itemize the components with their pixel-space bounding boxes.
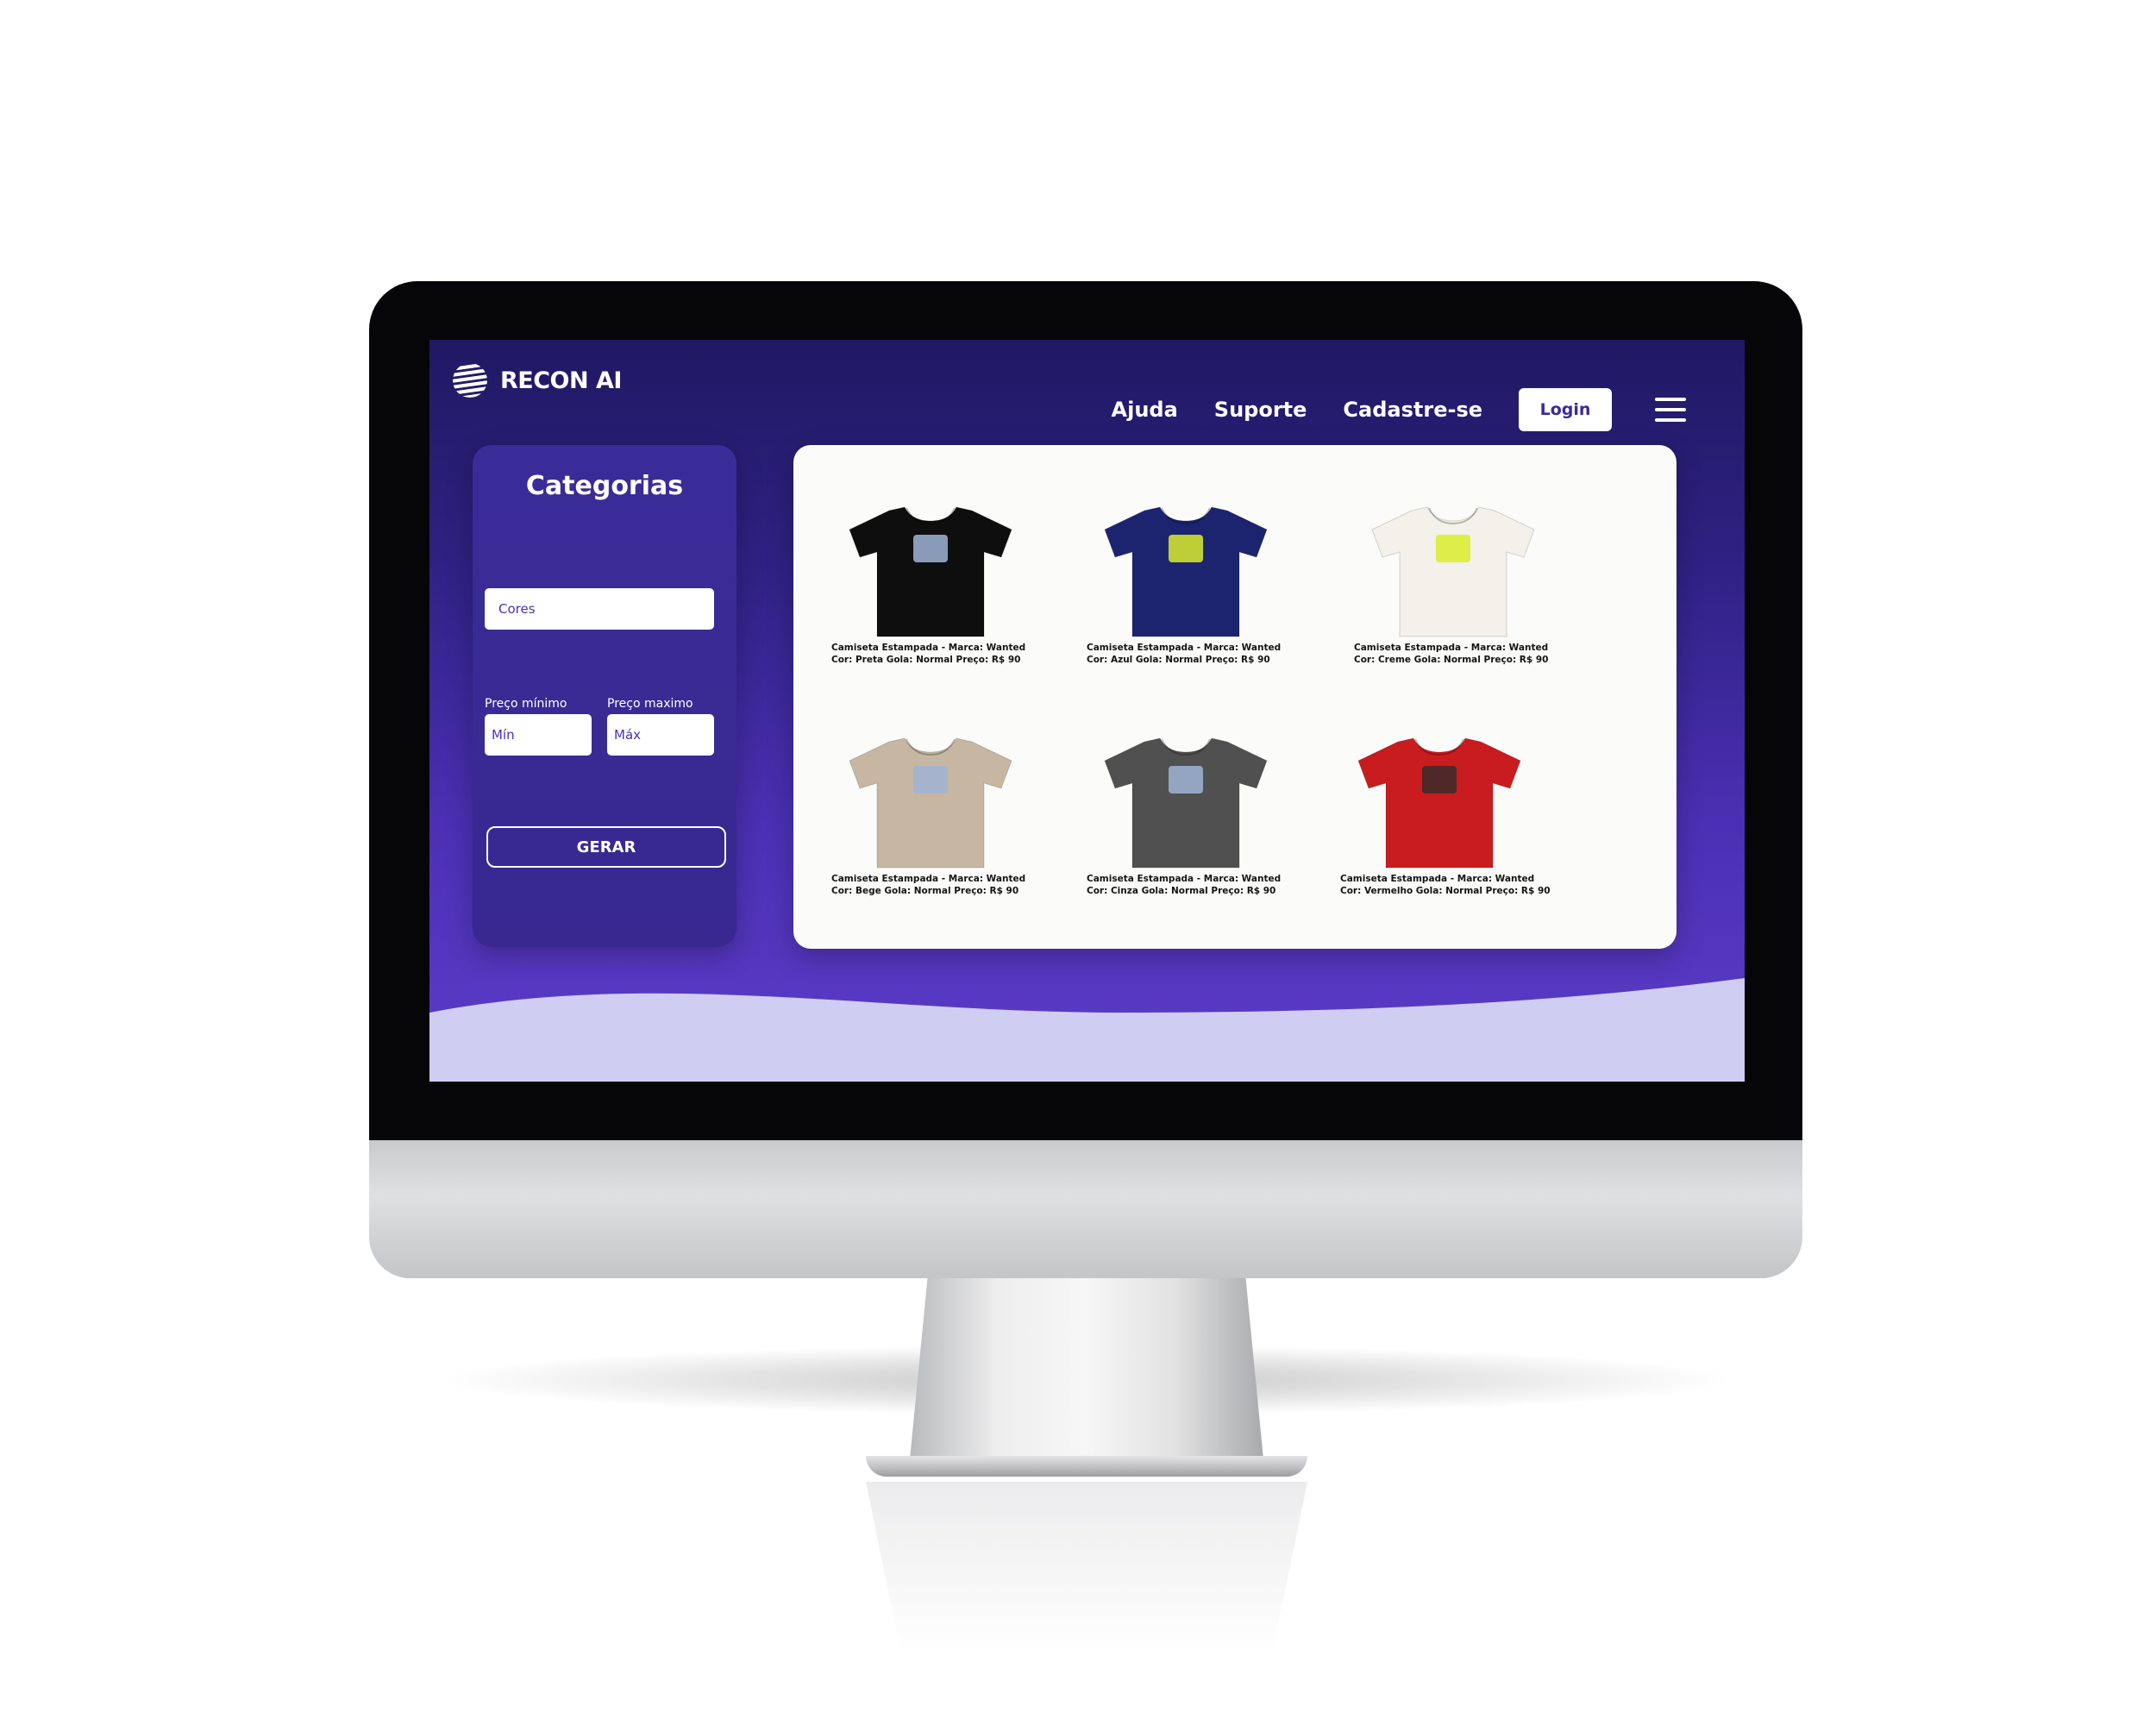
- generate-button[interactable]: GERAR: [486, 826, 726, 868]
- nav-link-cadastre-se[interactable]: Cadastre-se: [1343, 398, 1482, 422]
- app-screen: RECON AI Ajuda Suporte Cadastre-se Login…: [429, 340, 1745, 1082]
- tshirt-image: [1371, 506, 1535, 637]
- product-card[interactable]: Camiseta Estampada - Marca: Wanted Cor: C…: [1354, 500, 1552, 666]
- tshirt-image: [1104, 737, 1268, 869]
- tshirt-image: [1357, 737, 1521, 869]
- product-card[interactable]: Camiseta Estampada - Marca: Wanted Cor: C…: [1087, 731, 1285, 897]
- nav-link-ajuda[interactable]: Ajuda: [1112, 398, 1178, 422]
- login-button[interactable]: Login: [1519, 388, 1612, 431]
- hamburger-menu-icon[interactable]: [1655, 398, 1686, 422]
- tshirt-image: [1104, 506, 1268, 637]
- product-card[interactable]: Camiseta Estampada - Marca: Wanted Cor: P…: [831, 500, 1030, 666]
- product-card[interactable]: Camiseta Estampada - Marca: Wanted Cor: B…: [831, 731, 1030, 897]
- categories-panel: Categorias Cores Preço mínimo Preço maxi…: [473, 445, 736, 947]
- product-grid: Camiseta Estampada - Marca: Wanted Cor: P…: [793, 445, 1677, 949]
- product-card[interactable]: Camiseta Estampada - Marca: Wanted Cor: A…: [1087, 500, 1285, 666]
- min-price-label: Preço mínimo: [485, 697, 567, 711]
- max-price-label: Preço maximo: [607, 697, 693, 711]
- globe-stripes-icon: [453, 363, 487, 398]
- colors-input[interactable]: Cores: [485, 588, 714, 630]
- product-details: Cor: Bege Gola: Normal Preço: R$ 90: [831, 886, 1019, 896]
- max-price-input[interactable]: Máx: [607, 714, 714, 756]
- product-title: Camiseta Estampada - Marca: Wanted: [1087, 874, 1282, 884]
- product-title: Camiseta Estampada - Marca: Wanted: [1354, 643, 1549, 653]
- monitor-base: [866, 1456, 1307, 1477]
- bottom-wave: [429, 978, 1745, 1082]
- nav-link-suporte[interactable]: Suporte: [1214, 398, 1307, 422]
- tshirt-image: [849, 506, 1012, 637]
- min-price-input[interactable]: Mín: [485, 714, 592, 756]
- monitor-chin: [369, 1140, 1802, 1278]
- monitor-stand: [910, 1278, 1263, 1459]
- categories-title: Categorias: [525, 471, 684, 501]
- product-title: Camiseta Estampada - Marca: Wanted: [1087, 643, 1282, 653]
- tshirt-image: [849, 737, 1012, 869]
- product-card[interactable]: Camiseta Estampada - Marca: Wanted Cor: V…: [1340, 731, 1551, 897]
- brand-name: RECON AI: [500, 367, 622, 394]
- brand-logo[interactable]: RECON AI: [452, 362, 622, 398]
- product-details: Cor: Azul Gola: Normal Preço: R$ 90: [1087, 655, 1270, 665]
- product-title: Camiseta Estampada - Marca: Wanted: [1340, 874, 1535, 884]
- product-title: Camiseta Estampada - Marca: Wanted: [831, 874, 1026, 884]
- product-details: Cor: Creme Gola: Normal Preço: R$ 90: [1354, 655, 1549, 665]
- top-nav: Ajuda Suporte Cadastre-se Login: [1112, 388, 1745, 431]
- product-details: Cor: Vermelho Gola: Normal Preço: R$ 90: [1340, 886, 1551, 896]
- product-title: Camiseta Estampada - Marca: Wanted: [831, 643, 1026, 653]
- product-details: Cor: Cinza Gola: Normal Preço: R$ 90: [1087, 886, 1276, 896]
- monitor-reflection: [866, 1482, 1307, 1654]
- product-details: Cor: Preta Gola: Normal Preço: R$ 90: [831, 655, 1021, 665]
